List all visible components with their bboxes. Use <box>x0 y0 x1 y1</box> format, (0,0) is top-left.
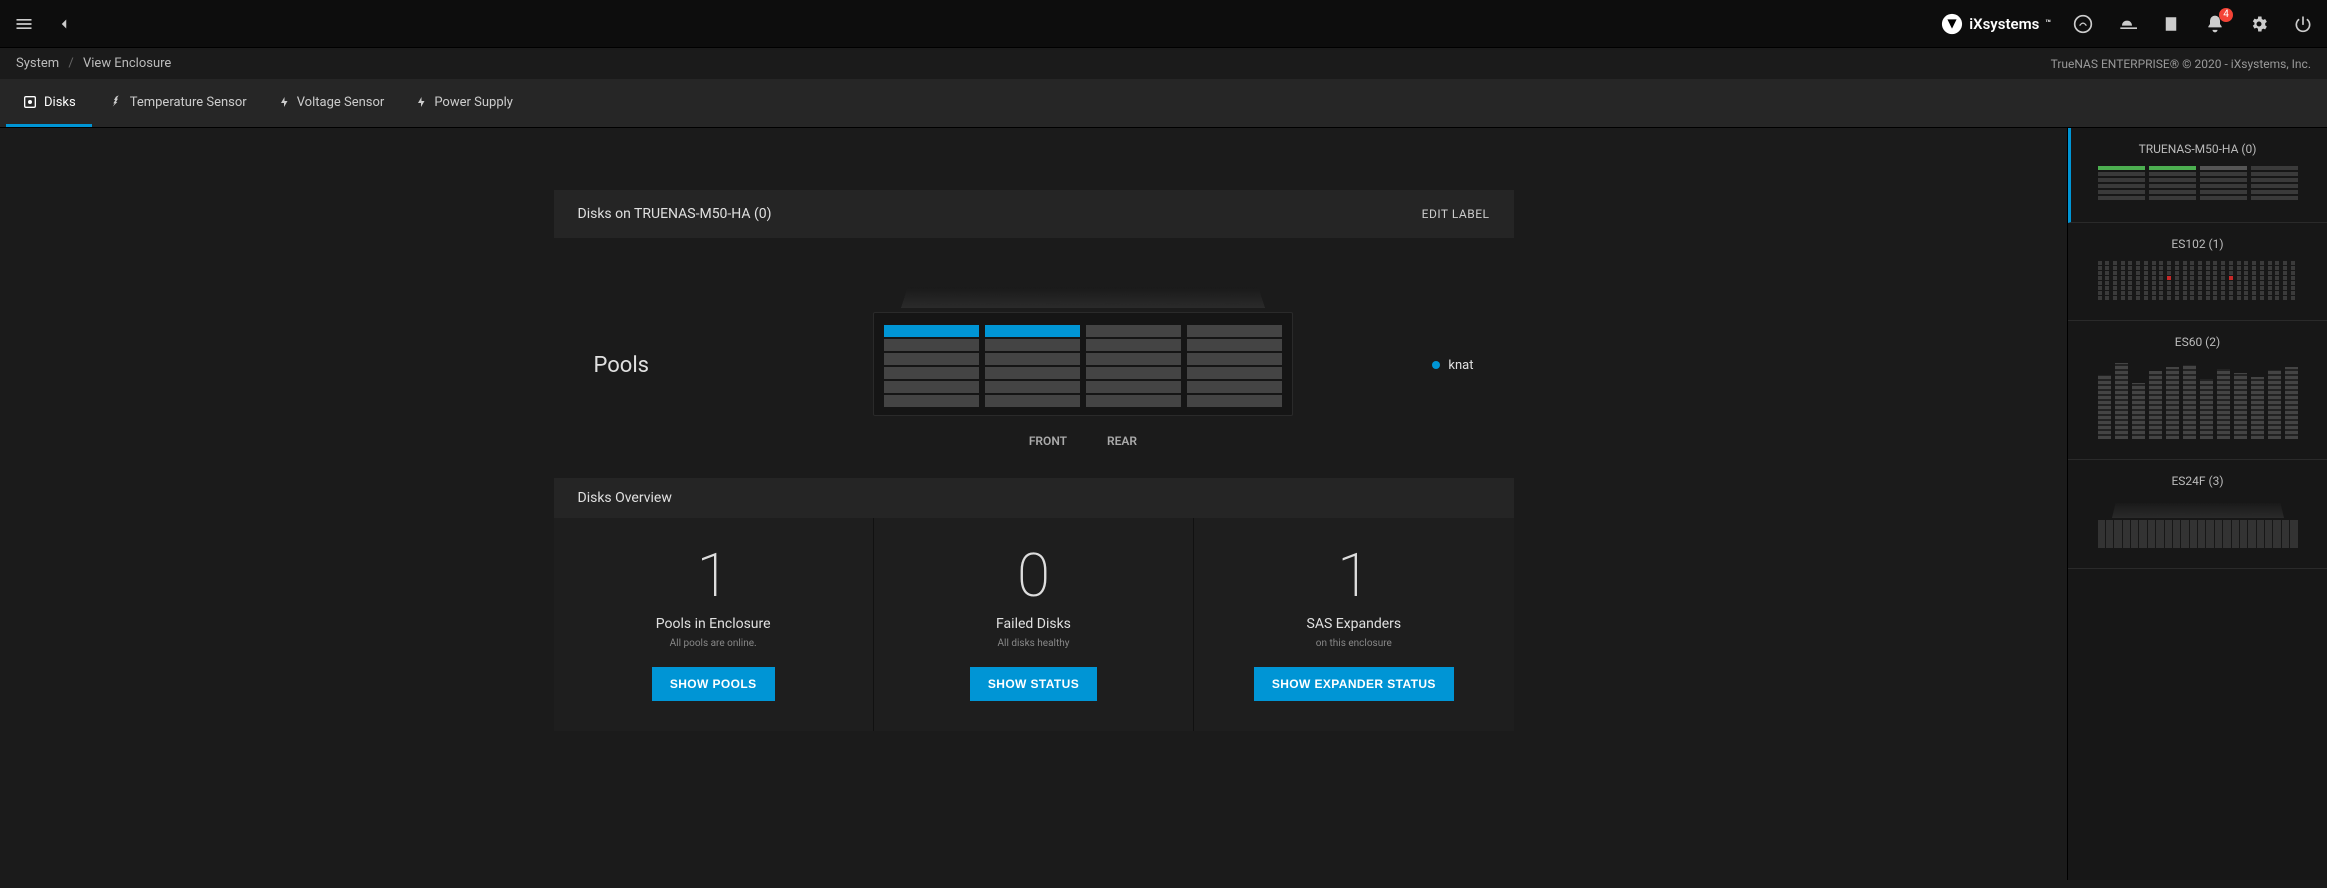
stat-pools: 1 Pools in Enclosure All pools are onlin… <box>554 518 874 731</box>
disk-slot[interactable] <box>884 367 979 379</box>
back-icon[interactable] <box>52 12 76 36</box>
enclosure-thumb <box>2098 359 2298 439</box>
enclosure-label: ES102 (1) <box>2171 237 2223 251</box>
stat-title: Pools in Enclosure <box>656 616 771 632</box>
disk-slot[interactable] <box>985 339 1080 351</box>
stat-subtitle: All disks healthy <box>997 638 1069 649</box>
overview-header: Disks Overview <box>554 478 1514 518</box>
stat-value: 1 <box>697 546 730 606</box>
truecommand-icon[interactable] <box>2115 12 2139 36</box>
enclosure-thumb <box>2098 261 2298 300</box>
stat-subtitle: All pools are online. <box>670 638 757 649</box>
menu-icon[interactable] <box>12 12 36 36</box>
notifications-icon[interactable]: 4 <box>2203 12 2227 36</box>
disk-slot[interactable] <box>1187 353 1282 365</box>
legend-label: knat <box>1448 358 1473 373</box>
stat-title: Failed Disks <box>996 616 1071 632</box>
disk-slot[interactable] <box>985 395 1080 407</box>
stat-value: 1 <box>1337 546 1370 606</box>
tab-temp[interactable]: Temperature Sensor <box>92 80 263 127</box>
disk-slot[interactable] <box>884 325 979 337</box>
breadcrumb-system[interactable]: System <box>16 56 59 71</box>
disk-slot[interactable] <box>985 325 1080 337</box>
enclosure-item-es102[interactable]: ES102 (1) <box>2068 223 2327 321</box>
disk-slot[interactable] <box>884 353 979 365</box>
settings-icon[interactable] <box>2247 12 2271 36</box>
enclosure-label: ES60 (2) <box>2175 335 2220 349</box>
enclosure-thumb <box>2098 166 2298 202</box>
disk-slot[interactable] <box>1187 395 1282 407</box>
disk-slot[interactable] <box>1086 395 1181 407</box>
disk-slot[interactable] <box>985 353 1080 365</box>
enclosure-item-es24f[interactable]: ES24F (3) <box>2068 460 2327 569</box>
disk-slot[interactable] <box>1086 381 1181 393</box>
view-rear[interactable]: REAR <box>1107 434 1137 448</box>
show-expander-button[interactable]: SHOW EXPANDER STATUS <box>1254 667 1454 701</box>
tab-power[interactable]: Power Supply <box>400 80 529 127</box>
disk-slot[interactable] <box>985 367 1080 379</box>
card-header: Disks on TRUENAS-M50-HA (0) EDIT LABEL <box>554 190 1514 238</box>
stat-subtitle: on this enclosure <box>1316 638 1392 649</box>
breadcrumb-current: View Enclosure <box>83 56 171 71</box>
disk-slot[interactable] <box>884 381 979 393</box>
disk-slot[interactable] <box>884 339 979 351</box>
enclosure-thumb <box>2098 498 2298 548</box>
disk-slot[interactable] <box>985 381 1080 393</box>
disk-slot[interactable] <box>1187 325 1282 337</box>
stat-value: 0 <box>1017 546 1050 606</box>
card-title: Disks on TRUENAS-M50-HA (0) <box>578 206 772 222</box>
enclosure-sidebar: TRUENAS-M50-HA (0) ES102 (1) ES60 (2) <box>2067 128 2327 880</box>
disk-slot[interactable] <box>1187 339 1282 351</box>
stat-expanders: 1 SAS Expanders on this enclosure SHOW E… <box>1194 518 1513 731</box>
legend-dot <box>1432 361 1440 369</box>
stats-row: 1 Pools in Enclosure All pools are onlin… <box>554 518 1514 731</box>
disk-slot[interactable] <box>1187 367 1282 379</box>
tab-disks[interactable]: Disks <box>6 80 92 127</box>
enclosure-label: TRUENAS-M50-HA (0) <box>2139 142 2257 156</box>
enclosure-label: ES24F (3) <box>2171 474 2223 488</box>
show-status-button[interactable]: SHOW STATUS <box>970 667 1097 701</box>
notification-badge: 4 <box>2219 8 2233 22</box>
show-pools-button[interactable]: SHOW POOLS <box>652 667 775 701</box>
pools-label: Pools <box>594 353 734 378</box>
enclosure-card: Disks on TRUENAS-M50-HA (0) EDIT LABEL P… <box>554 190 1514 880</box>
pool-legend: knat <box>1432 358 1473 373</box>
disk-slot[interactable] <box>884 395 979 407</box>
disk-slot[interactable] <box>1187 381 1282 393</box>
power-icon[interactable] <box>2291 12 2315 36</box>
ha-status-icon[interactable] <box>2071 12 2095 36</box>
tabs: Disks Temperature Sensor Voltage Sensor … <box>0 80 2327 128</box>
edit-label-button[interactable]: EDIT LABEL <box>1422 207 1490 221</box>
breadcrumb: System / View Enclosure <box>16 56 171 71</box>
chassis-visual[interactable] <box>873 312 1293 416</box>
stat-failed: 0 Failed Disks All disks healthy SHOW ST… <box>874 518 1194 731</box>
disk-slot[interactable] <box>1086 339 1181 351</box>
logo: iXsystems™ <box>1941 13 2051 35</box>
task-manager-icon[interactable] <box>2159 12 2183 36</box>
breadcrumb-row: System / View Enclosure TrueNAS ENTERPRI… <box>0 48 2327 80</box>
stat-title: SAS Expanders <box>1307 616 1402 632</box>
view-front[interactable]: FRONT <box>1029 434 1067 448</box>
disk-slot[interactable] <box>1086 367 1181 379</box>
tab-voltage[interactable]: Voltage Sensor <box>263 80 401 127</box>
topbar: iXsystems™ 4 <box>0 0 2327 48</box>
enclosure-item-m50[interactable]: TRUENAS-M50-HA (0) <box>2068 128 2327 223</box>
disk-slot[interactable] <box>1086 353 1181 365</box>
copyright: TrueNAS ENTERPRISE® © 2020 - iXsystems, … <box>2051 57 2311 71</box>
enclosure-item-es60[interactable]: ES60 (2) <box>2068 321 2327 460</box>
disk-slot[interactable] <box>1086 325 1181 337</box>
